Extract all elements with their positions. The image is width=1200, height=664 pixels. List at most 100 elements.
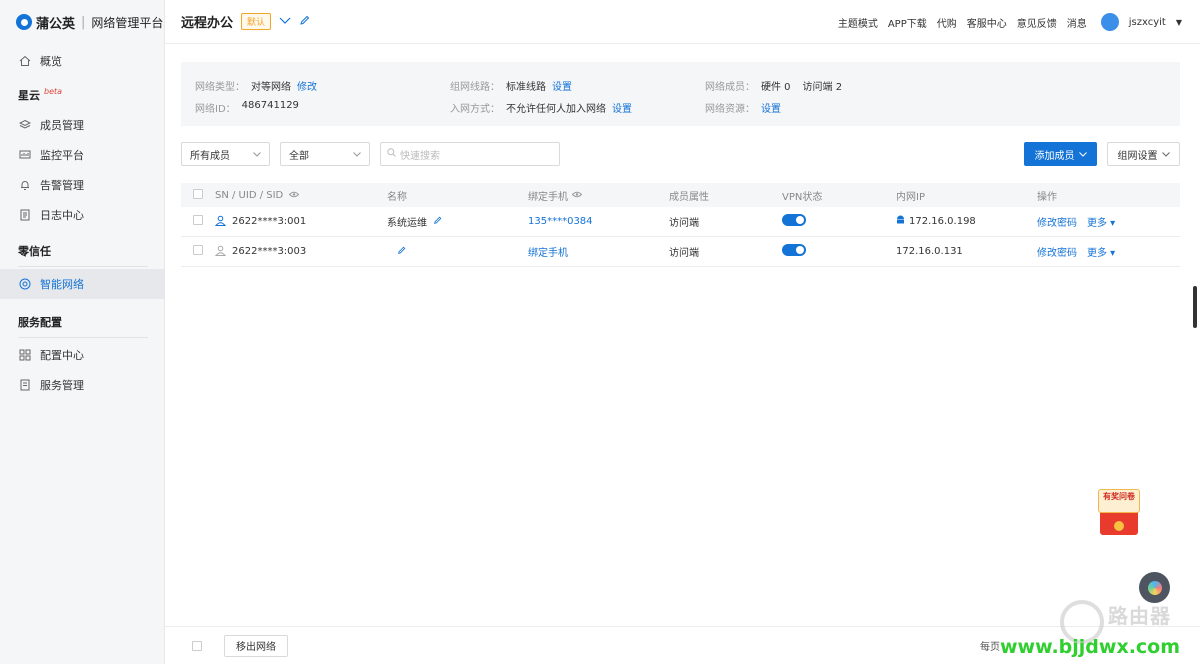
network-route: 组网线路： 标准线路 设置 <box>450 78 705 93</box>
column-header-ip: 内网IP <box>896 191 925 203</box>
member-name: 系统运维 <box>387 218 427 229</box>
android-icon <box>896 215 905 228</box>
filter-bar: 所有成员 全部 快速搜索 <box>181 142 560 166</box>
sidebar-divider <box>18 266 148 267</box>
log-icon <box>18 208 32 222</box>
member-attribute: 访问端 <box>669 248 699 259</box>
row-checkbox[interactable] <box>193 245 203 255</box>
column-header-attribute: 成员属性 <box>669 191 709 203</box>
member-filter-select[interactable]: 所有成员 <box>181 142 270 166</box>
table-header: SN / UID / SID 名称 绑定手机 成员属性 VPN状态 内网IP 操… <box>181 183 1180 207</box>
theme-mode-link[interactable]: 主题模式 <box>838 15 878 30</box>
select-all-checkbox[interactable] <box>193 188 203 199</box>
top-header: 远程办公 默认 主题模式 APP下载 代购 客服中心 意见反馈 消息 jszxc… <box>165 0 1200 44</box>
network-icon <box>18 277 32 291</box>
search-input[interactable]: 快速搜索 <box>380 142 560 166</box>
footer-select-all-checkbox[interactable] <box>192 640 202 651</box>
chevron-down-icon[interactable] <box>279 15 291 28</box>
watermark: 路由器 www.bjjdwx.com <box>1000 598 1196 662</box>
username[interactable]: jszxcyit <box>1129 17 1166 28</box>
survey-label: 有奖问卷 <box>1098 489 1140 513</box>
sidebar-item-label: 智能网络 <box>40 278 84 291</box>
eye-icon[interactable] <box>289 190 300 201</box>
more-actions-link[interactable]: 更多 ▾ <box>1087 214 1115 229</box>
envelope-seal-icon <box>1114 521 1124 531</box>
sidebar-item-label: 告警管理 <box>40 179 84 192</box>
caret-down-icon[interactable]: ▼ <box>1176 18 1182 27</box>
beta-badge: beta <box>44 86 63 96</box>
resources-settings-link[interactable]: 设置 <box>761 100 781 115</box>
join-settings-link[interactable]: 设置 <box>612 100 632 115</box>
sidebar-item-overview[interactable]: 概览 <box>0 46 164 76</box>
change-password-link[interactable]: 修改密码 <box>1037 214 1077 229</box>
edit-pencil-icon[interactable] <box>433 216 442 228</box>
vpn-toggle[interactable] <box>782 244 806 256</box>
chevron-down-icon <box>353 149 361 160</box>
assistant-icon <box>1147 580 1162 595</box>
network-settings-button[interactable]: 组网设置 <box>1107 142 1180 166</box>
survey-red-envelope-widget[interactable]: 有奖问卷 <box>1094 485 1142 537</box>
brand-separator: | <box>81 14 86 30</box>
sidebar-item-label: 配置中心 <box>40 349 84 362</box>
chevron-down-icon <box>1161 149 1170 160</box>
member-phone-link[interactable]: 135****0384 <box>528 216 593 227</box>
member-sn: 2622****3:003 <box>232 246 307 257</box>
doc-icon <box>18 378 32 392</box>
add-member-button[interactable]: 添加成员 <box>1024 142 1097 166</box>
header-links: 主题模式 APP下载 代购 客服中心 意见反馈 消息 jszxcyit ▼ <box>838 0 1182 44</box>
support-center-link[interactable]: 客服中心 <box>967 15 1007 30</box>
column-header-name: 名称 <box>387 191 407 203</box>
network-info-panel: 网络类型： 对等网络 修改 组网线路： 标准线路 设置 网络成员： 硬件 0 访… <box>181 62 1180 126</box>
member-table: SN / UID / SID 名称 绑定手机 成员属性 VPN状态 内网IP 操… <box>181 183 1180 267</box>
user-icon <box>214 215 227 229</box>
status-filter-select[interactable]: 全部 <box>280 142 370 166</box>
layers-icon <box>18 118 32 132</box>
bind-phone-link[interactable]: 绑定手机 <box>528 244 568 259</box>
chevron-down-icon <box>253 149 261 160</box>
sidebar-item-service-management[interactable]: 服务管理 <box>0 370 164 400</box>
purchase-link[interactable]: 代购 <box>937 15 957 30</box>
vertical-scrollbar[interactable] <box>1193 286 1197 328</box>
network-type: 网络类型： 对等网络 修改 <box>195 78 450 93</box>
column-header-sn: SN / UID / SID <box>215 189 284 201</box>
feedback-link[interactable]: 意见反馈 <box>1017 15 1057 30</box>
sidebar-item-label: 概览 <box>40 55 62 68</box>
page-title: 远程办公 <box>181 16 234 31</box>
brand-name: 蒲公英 <box>36 16 76 32</box>
sidebar-item-label: 成员管理 <box>40 119 84 132</box>
messages-link[interactable]: 消息 <box>1067 15 1087 30</box>
column-header-phone: 绑定手机 <box>528 191 568 203</box>
sidebar-item-label: 监控平台 <box>40 149 84 162</box>
remove-from-network-button[interactable]: 移出网络 <box>224 634 288 657</box>
avatar[interactable] <box>1100 13 1119 31</box>
brand-subtitle: 网络管理平台 <box>91 15 164 30</box>
row-checkbox[interactable] <box>193 215 203 225</box>
sidebar-group-xingyun: 星云 beta <box>18 86 63 103</box>
sidebar-group-service-config: 服务配置 <box>18 316 62 329</box>
sidebar-divider <box>18 337 148 338</box>
edit-pencil-icon[interactable] <box>299 15 310 29</box>
network-resources: 网络资源： 设置 <box>705 100 960 115</box>
modify-network-type-link[interactable]: 修改 <box>297 78 317 93</box>
sidebar-item-log-center[interactable]: 日志中心 <box>0 200 164 230</box>
sidebar-group-zero-trust: 零信任 <box>18 245 51 258</box>
per-page-label: 每页 <box>980 642 1000 653</box>
route-settings-link[interactable]: 设置 <box>552 78 572 93</box>
change-password-link[interactable]: 修改密码 <box>1037 244 1077 259</box>
edit-pencil-icon[interactable] <box>397 246 406 258</box>
bell-icon <box>18 178 32 192</box>
watermark-text: 路由器 <box>1108 604 1171 628</box>
brand-logo[interactable]: 蒲公英 | 网络管理平台 <box>0 0 164 44</box>
sidebar-item-config-center[interactable]: 配置中心 <box>0 340 164 370</box>
sidebar-item-monitor[interactable]: 监控平台 <box>0 140 164 170</box>
eye-icon[interactable] <box>571 190 583 201</box>
sidebar-item-alarm[interactable]: 告警管理 <box>0 170 164 200</box>
sidebar-item-smart-network[interactable]: 智能网络 <box>0 269 164 299</box>
more-actions-link[interactable]: 更多 ▾ <box>1087 244 1115 259</box>
user-icon <box>214 245 227 259</box>
app-download-link[interactable]: APP下载 <box>888 15 927 30</box>
sidebar-item-member-management[interactable]: 成员管理 <box>0 110 164 140</box>
column-header-vpn: VPN状态 <box>782 191 823 203</box>
vpn-toggle[interactable] <box>782 214 806 226</box>
member-ip: 172.16.0.131 <box>896 246 963 257</box>
